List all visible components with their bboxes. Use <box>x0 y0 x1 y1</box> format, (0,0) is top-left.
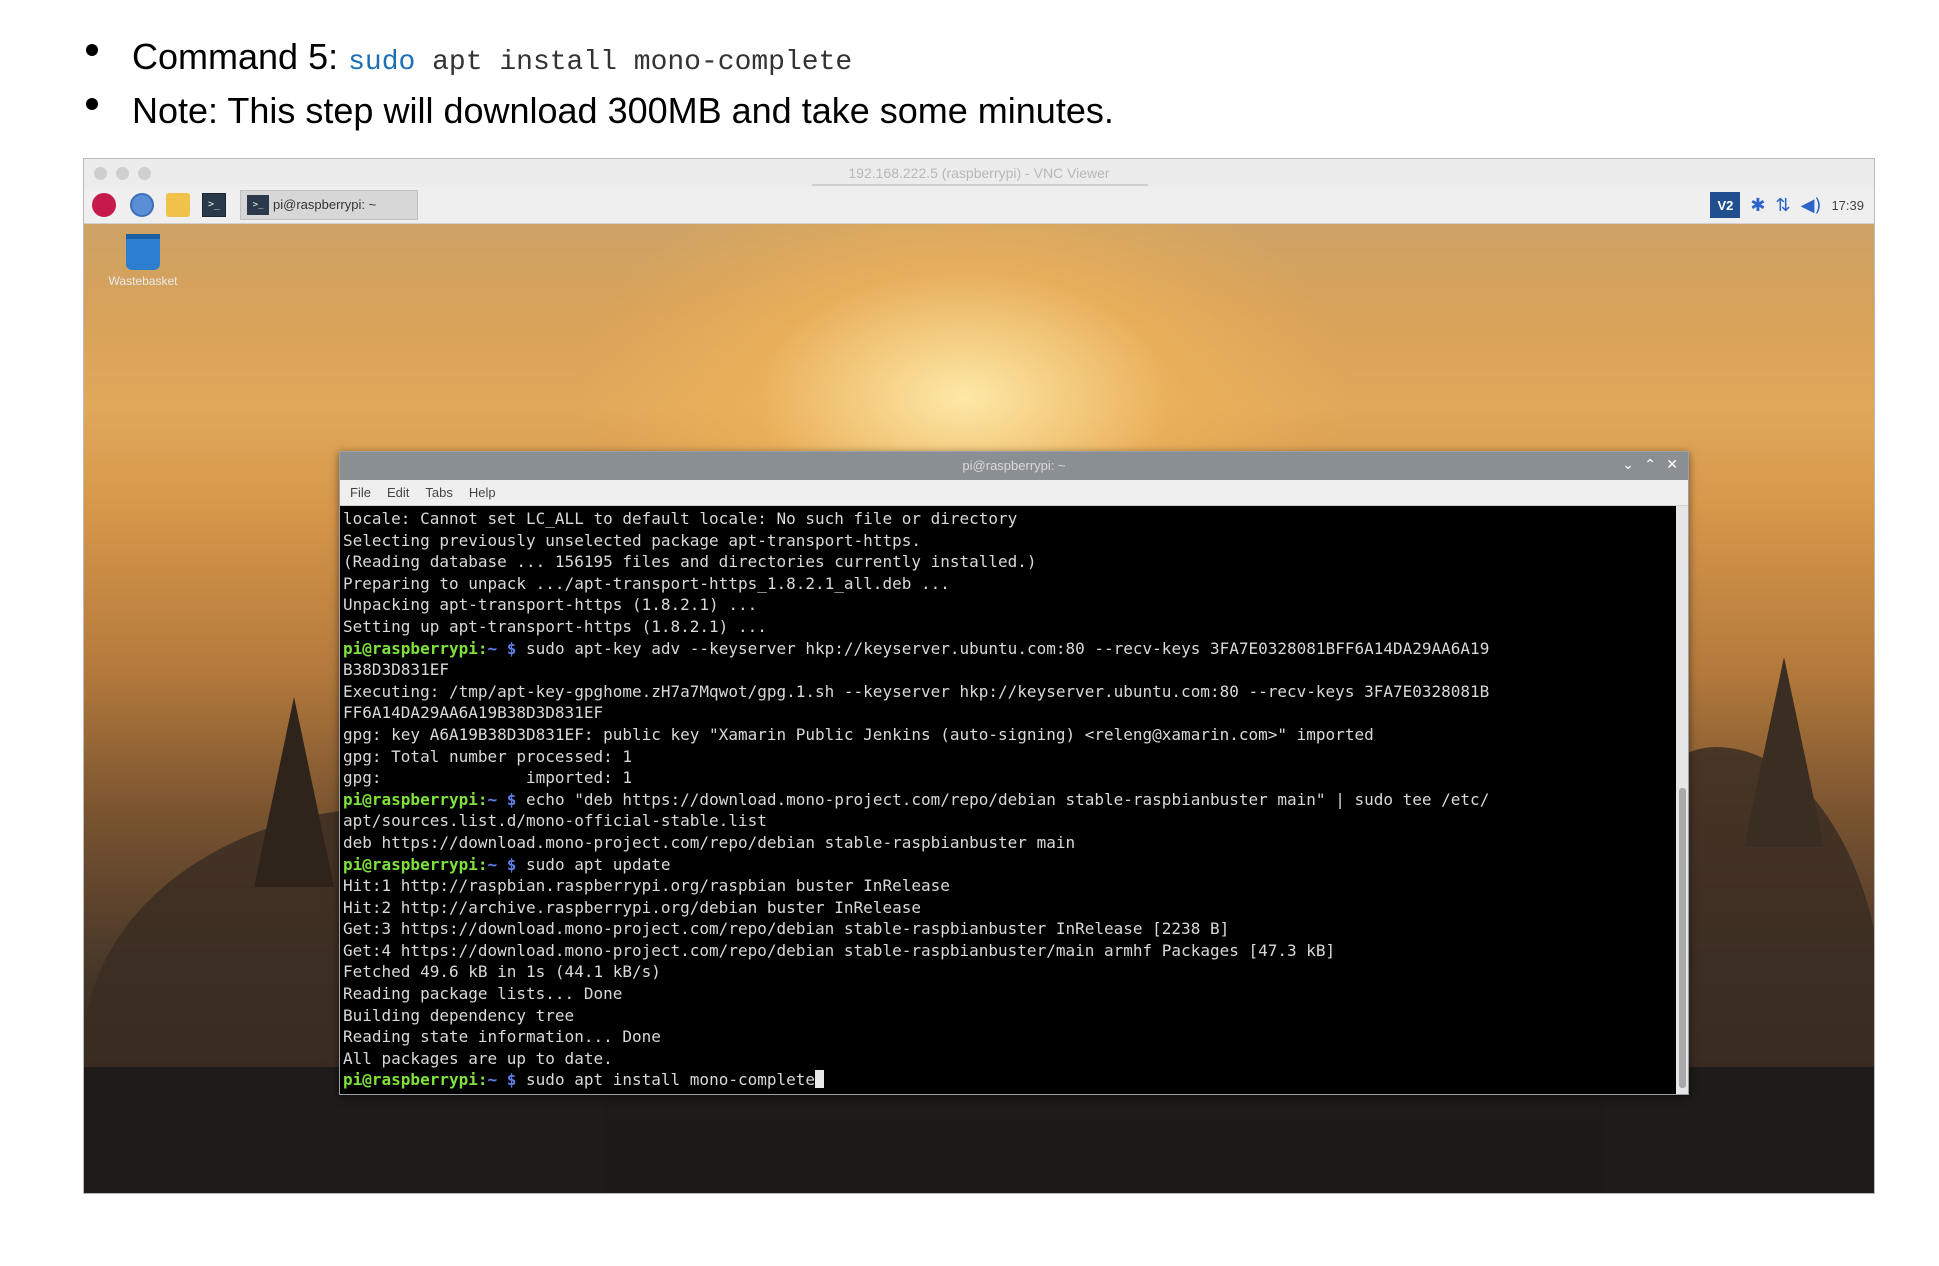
close-icon[interactable]: ✕ <box>1666 457 1678 473</box>
vnc-titlebar: 192.168.222.5 (raspberrypi) - VNC Viewer <box>84 159 1874 188</box>
command-text: sudo apt update <box>516 854 671 874</box>
menu-edit[interactable]: Edit <box>387 485 409 500</box>
terminal-title: pi@raspberrypi: ~ <box>962 458 1066 473</box>
vnc-window-title: 192.168.222.5 (raspberrypi) - VNC Viewer <box>848 165 1110 181</box>
raspberry-menu-icon[interactable] <box>92 193 116 217</box>
command-text: sudo apt-key adv --keyserver hkp://keyse… <box>516 638 1490 658</box>
pi-taskbar: >_ >_ pi@raspberrypi: ~ V2 ✱ ⇅ ◀) 17:39 <box>84 187 1874 224</box>
bluetooth-icon[interactable]: ✱ <box>1750 195 1765 216</box>
prompt-path: ~ $ <box>487 854 517 874</box>
bullet-dot <box>86 44 98 56</box>
taskbar-terminal-task[interactable]: >_ pi@raspberrypi: ~ <box>240 190 418 220</box>
command-code: sudo apt install mono-complete <box>348 47 852 78</box>
command-label: Command 5: <box>132 36 339 77</box>
web-browser-icon[interactable] <box>130 193 154 217</box>
prompt-user: pi@raspberrypi: <box>343 854 488 874</box>
terminal-line: gpg: key A6A19B38D3D831EF: public key "X… <box>343 724 1374 744</box>
terminal-scrollbar[interactable] <box>1676 506 1688 1094</box>
code-keyword: sudo <box>348 47 416 78</box>
terminal-line: Get:4 https://download.mono-project.com/… <box>343 940 1336 960</box>
wastebasket-label: Wastebasket <box>108 274 178 288</box>
command-text: echo "deb https://download.mono-project.… <box>516 789 1490 809</box>
terminal-line: gpg: imported: 1 <box>343 768 632 788</box>
command-text: sudo apt install mono-complete <box>516 1070 816 1090</box>
terminal-line: Preparing to unpack .../apt-transport-ht… <box>343 573 950 593</box>
file-manager-icon[interactable] <box>166 193 190 217</box>
bullet-command: Command 5: sudo apt install mono-complet… <box>80 30 1860 84</box>
terminal-task-icon: >_ <box>247 195 269 215</box>
terminal-titlebar[interactable]: pi@raspberrypi: ~ ⌄ ⌃ ✕ <box>340 452 1688 480</box>
prompt-path: ~ $ <box>487 1070 517 1090</box>
vnc-toolbar-handle[interactable] <box>812 184 1148 186</box>
terminal-line: locale: Cannot set LC_ALL to default loc… <box>343 509 1018 528</box>
bullet-command-text: Command 5: sudo apt install mono-complet… <box>132 36 852 78</box>
maximize-icon[interactable]: ⌃ <box>1644 457 1656 473</box>
terminal-prompt-line: pi@raspberrypi:~ $ sudo apt update <box>343 854 1677 876</box>
terminal-line: Reading state information... Done <box>343 1027 661 1047</box>
terminal-line: Get:3 https://download.mono-project.com/… <box>343 919 1230 939</box>
terminal-line: Executing: /tmp/apt-key-gpghome.zH7a7Mqw… <box>343 681 1490 701</box>
prompt-user: pi@raspberrypi: <box>343 789 488 809</box>
menu-help[interactable]: Help <box>469 485 496 500</box>
clock[interactable]: 17:39 <box>1831 198 1864 213</box>
terminal-line: Hit:1 http://raspbian.raspberrypi.org/ra… <box>343 876 950 896</box>
bullet-dot <box>86 98 98 110</box>
terminal-line: FF6A14DA29AA6A19B38D3D831EF <box>343 703 604 723</box>
terminal-line: (Reading database ... 156195 files and d… <box>343 552 1037 572</box>
system-tray: V2 ✱ ⇅ ◀) 17:39 <box>1710 192 1864 218</box>
menu-file[interactable]: File <box>350 485 371 500</box>
pagoda-silhouette <box>254 697 334 887</box>
terminal-output[interactable]: locale: Cannot set LC_ALL to default loc… <box>340 506 1677 1094</box>
terminal-window[interactable]: pi@raspberrypi: ~ ⌄ ⌃ ✕ File Edit Tabs H… <box>339 451 1689 1095</box>
prompt-user: pi@raspberrypi: <box>343 1070 488 1090</box>
wastebasket-desktop-item[interactable]: Wastebasket <box>98 234 188 288</box>
menu-tabs[interactable]: Tabs <box>425 485 452 500</box>
network-icon[interactable]: ⇅ <box>1775 195 1790 216</box>
terminal-line: Selecting previously unselected package … <box>343 530 921 550</box>
prompt-path: ~ $ <box>487 638 517 658</box>
minimize-icon[interactable]: ⌄ <box>1622 457 1634 473</box>
terminal-line: B38D3D831EF <box>343 660 449 680</box>
bullet-note-text: Note: This step will download 300MB and … <box>132 90 1114 131</box>
slide-bullets: Command 5: sudo apt install mono-complet… <box>80 30 1860 138</box>
vnc-viewer-window: 192.168.222.5 (raspberrypi) - VNC Viewer… <box>83 158 1875 1194</box>
volume-icon[interactable]: ◀) <box>1801 195 1822 216</box>
terminal-line: Fetched 49.6 kB in 1s (44.1 kB/s) <box>343 962 661 982</box>
terminal-line: apt/sources.list.d/mono-official-stable.… <box>343 811 767 831</box>
terminal-prompt-line: pi@raspberrypi:~ $ echo "deb https://dow… <box>343 789 1677 811</box>
terminal-menubar: File Edit Tabs Help <box>340 480 1688 506</box>
terminal-line: Reading package lists... Done <box>343 984 623 1004</box>
terminal-line: gpg: Total number processed: 1 <box>343 746 632 766</box>
terminal-prompt-line: pi@raspberrypi:~ $ sudo apt install mono… <box>343 1069 1677 1091</box>
terminal-line: Building dependency tree <box>343 1005 575 1025</box>
terminal-line: Hit:2 http://archive.raspberrypi.org/deb… <box>343 897 921 917</box>
text-cursor <box>815 1070 825 1089</box>
scrollbar-thumb[interactable] <box>1679 788 1686 1088</box>
terminal-prompt-line: pi@raspberrypi:~ $ sudo apt-key adv --ke… <box>343 638 1677 660</box>
vnc-server-icon[interactable]: V2 <box>1710 192 1741 218</box>
terminal-line: Unpacking apt-transport-https (1.8.2.1) … <box>343 595 758 615</box>
prompt-path: ~ $ <box>487 789 517 809</box>
terminal-line: deb https://download.mono-project.com/re… <box>343 832 1076 852</box>
code-rest: apt install mono-complete <box>415 47 853 78</box>
terminal-line: Setting up apt-transport-https (1.8.2.1)… <box>343 616 767 636</box>
terminal-launcher-icon[interactable]: >_ <box>202 193 226 217</box>
prompt-user: pi@raspberrypi: <box>343 638 488 658</box>
bullet-note: Note: This step will download 300MB and … <box>80 84 1860 138</box>
taskbar-task-label: pi@raspberrypi: ~ <box>273 197 377 212</box>
wastebasket-icon <box>126 234 160 270</box>
terminal-line: All packages are up to date. <box>343 1048 613 1068</box>
pagoda-silhouette <box>1744 657 1824 847</box>
